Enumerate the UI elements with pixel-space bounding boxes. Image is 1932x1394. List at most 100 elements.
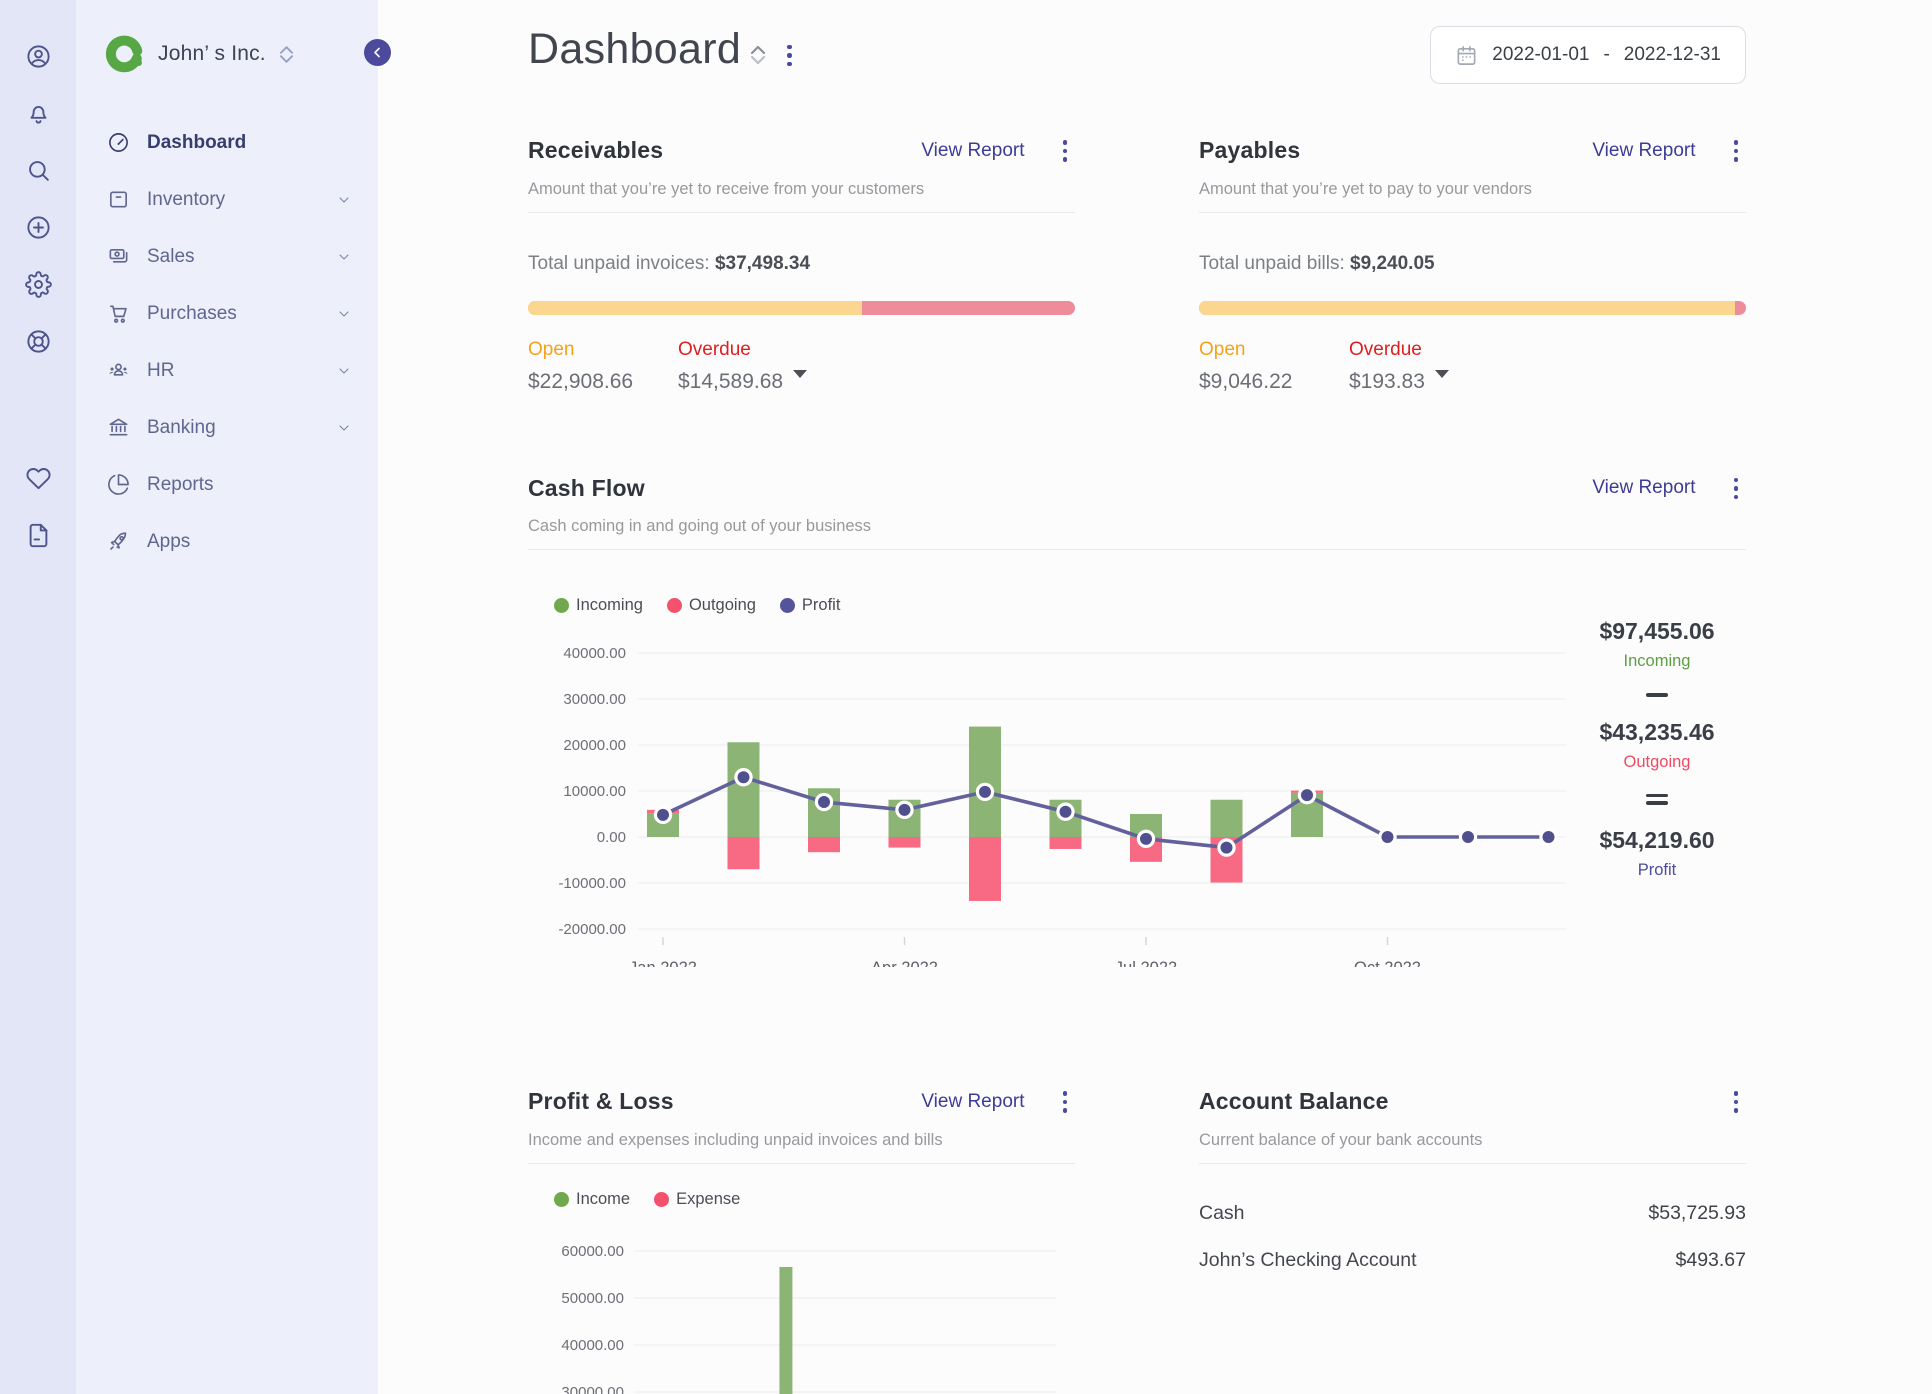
account-balance-card: Account Balance Current balance of your … bbox=[1199, 1085, 1746, 1394]
company-switch-icon[interactable] bbox=[279, 45, 293, 63]
profit-loss-chart: 60000.00 50000.00 40000.00 30000.00 bbox=[528, 1209, 1075, 1394]
svg-text:40000.00: 40000.00 bbox=[561, 1337, 624, 1354]
sidebar-item-purchases[interactable]: Purchases bbox=[76, 285, 378, 342]
profit-loss-subtitle: Income and expenses including unpaid inv… bbox=[528, 1130, 943, 1149]
profit-label: Profit bbox=[1637, 860, 1677, 879]
company-logo-icon bbox=[105, 35, 143, 73]
sidebar-item-sales[interactable]: Sales bbox=[76, 228, 378, 285]
company-name: John’ s Inc. bbox=[158, 42, 266, 65]
sidebar-item-apps[interactable]: Apps bbox=[76, 513, 378, 570]
sidebar-item-reports[interactable]: Reports bbox=[76, 456, 378, 513]
gear-icon[interactable] bbox=[24, 270, 52, 298]
account-name: Cash bbox=[1199, 1201, 1245, 1224]
rocket-icon bbox=[106, 530, 130, 554]
dashboard-switcher-icon[interactable] bbox=[751, 45, 766, 64]
account-balance-value: $493.67 bbox=[1675, 1248, 1747, 1271]
gauge-icon bbox=[106, 131, 130, 155]
payables-total: Total unpaid bills: $9,240.05 bbox=[1199, 252, 1435, 274]
life-buoy-icon[interactable] bbox=[24, 327, 52, 355]
payables-card: Payables View Report Amount that you’re … bbox=[1199, 134, 1746, 394]
legend-outgoing[interactable]: Outgoing bbox=[666, 596, 756, 615]
equals-separator bbox=[1646, 793, 1668, 805]
sidebar-collapse-button[interactable] bbox=[364, 39, 391, 66]
profit-loss-kebab[interactable] bbox=[1055, 1085, 1076, 1119]
date-end: 2022-12-31 bbox=[1623, 44, 1721, 65]
cash-flow-card: Cash Flow View Report Cash coming in and… bbox=[528, 472, 1747, 967]
payables-overdue-value: $193.83 bbox=[1349, 369, 1425, 393]
payables-overdue-dropdown-caret[interactable] bbox=[1434, 369, 1449, 378]
svg-text:30000.00: 30000.00 bbox=[563, 691, 626, 708]
legend-expense[interactable]: Expense bbox=[654, 1190, 740, 1209]
receivables-total-value: $37,498.34 bbox=[714, 252, 811, 274]
receivables-progress-bar bbox=[528, 300, 1075, 315]
dashboard-menu-kebab[interactable] bbox=[779, 39, 800, 73]
receivables-subtitle: Amount that you’re yet to receive from y… bbox=[528, 179, 925, 198]
sidebar-item-hr[interactable]: HR bbox=[76, 342, 378, 399]
legend-profit[interactable]: Profit bbox=[779, 596, 840, 615]
bottom-cards: Profit & Loss View Report Income and exp… bbox=[528, 1085, 1746, 1394]
search-icon[interactable] bbox=[24, 156, 52, 184]
legend-dot bbox=[554, 598, 569, 613]
receivables-title: Receivables bbox=[528, 137, 664, 164]
chevron-down-icon bbox=[336, 420, 352, 436]
account-name: John’s Checking Account bbox=[1199, 1248, 1417, 1271]
svg-text:Jan 2022: Jan 2022 bbox=[629, 959, 697, 967]
sidebar-item-banking[interactable]: Banking bbox=[76, 399, 378, 456]
svg-text:-20000.00: -20000.00 bbox=[558, 921, 626, 938]
balance-row: John’s Checking Account $493.67 bbox=[1199, 1237, 1746, 1284]
profit-loss-view-report-link[interactable]: View Report bbox=[921, 1091, 1024, 1113]
top-cards: Receivables View Report Amount that you’… bbox=[528, 134, 1746, 394]
sidebar-item-label: Inventory bbox=[147, 188, 226, 210]
payables-view-report-link[interactable]: View Report bbox=[1592, 140, 1695, 162]
svg-text:Jul 2022: Jul 2022 bbox=[1115, 959, 1177, 967]
payables-progress-bar bbox=[1199, 300, 1746, 315]
profit-total: $54,219.60 bbox=[1599, 826, 1715, 853]
receivables-card: Receivables View Report Amount that you’… bbox=[528, 134, 1075, 394]
cash-flow-kebab[interactable] bbox=[1726, 472, 1747, 506]
sidebar-item-inventory[interactable]: Inventory bbox=[76, 171, 378, 228]
cash-flow-legend: Incoming Outgoing Profit bbox=[554, 596, 1568, 615]
svg-text:50000.00: 50000.00 bbox=[561, 1290, 624, 1307]
cash-flow-view-report-link[interactable]: View Report bbox=[1592, 477, 1695, 499]
legend-dot bbox=[654, 1191, 670, 1207]
svg-text:20000.00: 20000.00 bbox=[563, 737, 626, 754]
plus-circle-icon[interactable] bbox=[24, 213, 52, 241]
legend-incoming[interactable]: Incoming bbox=[554, 596, 643, 615]
bell-icon[interactable] bbox=[24, 99, 52, 127]
payables-title: Payables bbox=[1199, 137, 1301, 164]
account-balance-kebab[interactable] bbox=[1726, 1085, 1747, 1119]
people-icon bbox=[106, 359, 130, 383]
legend-dot bbox=[554, 1191, 569, 1207]
minus-separator bbox=[1646, 693, 1668, 697]
legend-income[interactable]: Income bbox=[554, 1190, 630, 1209]
pie-icon bbox=[106, 473, 130, 497]
sidebar-item-label: Purchases bbox=[147, 302, 237, 324]
receivables-open-label: Open bbox=[528, 338, 575, 360]
receivables-view-report-link[interactable]: View Report bbox=[921, 140, 1024, 162]
sidebar-item-label: Reports bbox=[147, 473, 214, 495]
receivables-open-value: $22,908.66 bbox=[528, 369, 634, 393]
chevron-down-icon bbox=[336, 363, 352, 379]
user-circle-icon[interactable] bbox=[24, 42, 52, 70]
heart-icon[interactable] bbox=[24, 464, 52, 492]
company-switcher[interactable]: John’ s Inc. bbox=[76, 34, 391, 74]
file-icon[interactable] bbox=[24, 521, 52, 549]
payables-overdue-label: Overdue bbox=[1349, 338, 1422, 360]
outgoing-total: $43,235.46 bbox=[1599, 718, 1715, 745]
main-content: Dashboard 2022-01-01 - 2022-12-31 Receiv… bbox=[378, 0, 1932, 1394]
page-header: Dashboard 2022-01-01 - 2022-12-31 bbox=[528, 25, 1746, 84]
date-range-picker[interactable]: 2022-01-01 - 2022-12-31 bbox=[1430, 26, 1746, 84]
sidebar-item-dashboard[interactable]: Dashboard bbox=[76, 114, 378, 171]
cash-flow-title: Cash Flow bbox=[528, 474, 645, 501]
svg-text:0.00: 0.00 bbox=[597, 829, 626, 846]
receivables-kebab[interactable] bbox=[1055, 134, 1076, 168]
incoming-total: $97,455.06 bbox=[1599, 618, 1715, 644]
payables-kebab[interactable] bbox=[1726, 134, 1747, 168]
sidebar-item-label: Apps bbox=[147, 530, 191, 552]
cash-flow-chart: 40000.00 30000.00 20000.00 10000.00 0.00 -100… bbox=[528, 615, 1568, 967]
sidebar: John’ s Inc. Dashboard Inventory Sales Purc… bbox=[76, 0, 391, 1394]
incoming-label: Incoming bbox=[1623, 652, 1691, 670]
svg-text:30000.00: 30000.00 bbox=[561, 1384, 624, 1394]
outgoing-label: Outgoing bbox=[1623, 752, 1691, 771]
receivables-overdue-dropdown-caret[interactable] bbox=[793, 369, 808, 378]
